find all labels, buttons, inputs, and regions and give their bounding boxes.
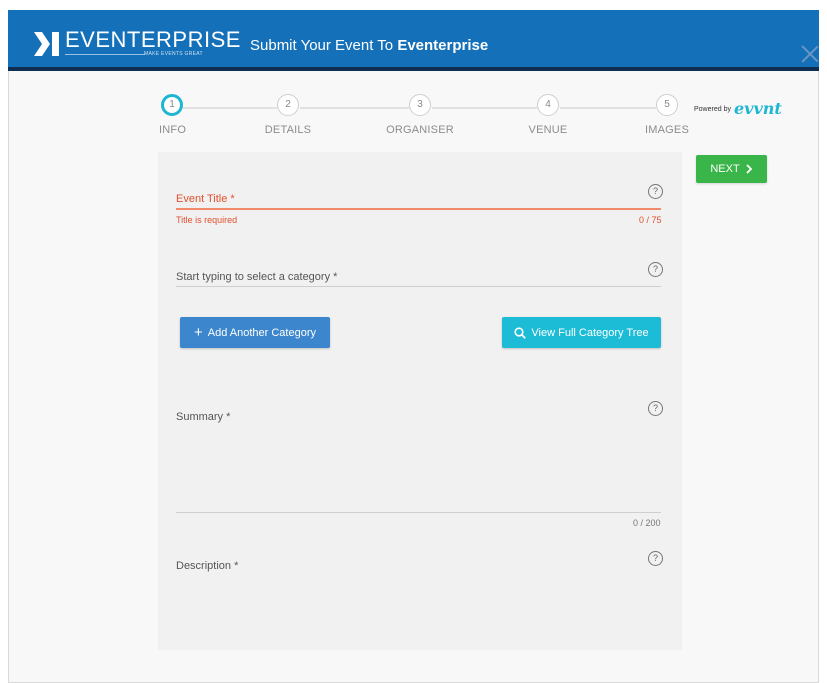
view-category-tree-button[interactable]: View Full Category Tree [502,317,661,348]
step-info[interactable]: 1 INFO [132,94,212,136]
step-number: 1 [161,94,183,116]
event-title-counter: 0 / 75 [639,215,662,225]
search-icon [514,326,527,339]
close-icon[interactable] [801,44,819,62]
description-help-icon[interactable]: ? [648,551,663,566]
category-input[interactable] [176,286,661,287]
add-another-category-button[interactable]: + Add Another Category [180,317,330,348]
event-title-help-icon[interactable]: ? [648,184,663,199]
logo-tagline: MAKE EVENTS GREAT [144,51,203,57]
logo-text: EVENTERPRISE [65,27,241,52]
step-label: DETAILS [264,124,312,136]
view-tree-label: View Full Category Tree [531,326,649,339]
modal-header: EVENTERPRISE MAKE EVENTS GREAT Submit Yo… [8,10,819,71]
category-help-icon[interactable]: ? [648,262,663,277]
event-title-label: Event Title * [176,193,235,205]
eventerprise-logo-icon [34,32,59,56]
step-label: ORGANISER [386,124,454,136]
step-images[interactable]: 5 IMAGES [627,94,707,136]
step-label: VENUE [528,124,568,136]
powered-by: Powered by evvnt [694,99,782,118]
step-venue[interactable]: 4 VENUE [508,94,588,136]
description-label: Description * [176,560,239,572]
category-label: Start typing to select a category * [176,271,338,283]
next-button[interactable]: NEXT [696,155,767,183]
summary-help-icon[interactable]: ? [648,401,663,416]
step-label: INFO [159,124,187,136]
summary-counter: 0 / 200 [633,518,661,528]
chevron-right-icon [746,164,752,174]
step-organiser[interactable]: 3 ORGANISER [380,94,460,136]
powered-by-text: Powered by [694,105,731,113]
info-form-panel [158,152,682,650]
summary-textarea[interactable] [176,512,661,513]
title-prefix: Submit Your Event To [250,37,398,54]
event-title-input[interactable] [176,208,661,210]
step-details[interactable]: 2 DETAILS [248,94,328,136]
next-label: NEXT [710,163,740,175]
add-category-label: Add Another Category [207,326,316,339]
step-label: IMAGES [645,124,689,136]
plus-icon: + [193,324,203,341]
modal-title: Submit Your Event To Eventerprise [250,36,488,56]
evvnt-logo: evvnt [733,99,782,118]
step-number: 5 [656,94,678,116]
step-number: 4 [537,94,559,116]
step-number: 2 [277,94,299,116]
event-title-error: Title is required [176,215,238,225]
title-brand: Eventerprise [397,37,489,54]
logo-divider [65,54,145,55]
step-number: 3 [409,94,431,116]
summary-label: Summary * [176,411,231,423]
